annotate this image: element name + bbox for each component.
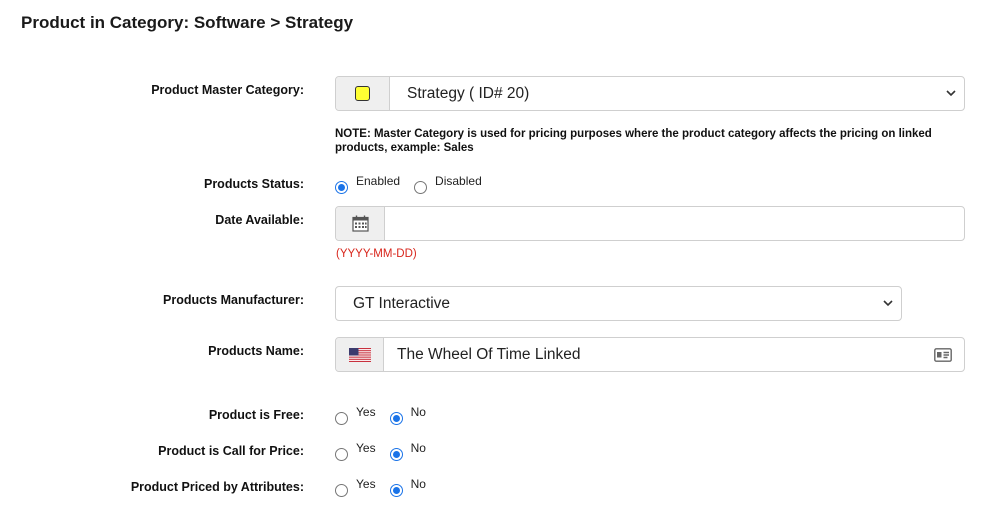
product-free-yes-label: Yes [356,405,376,419]
date-available-label: Date Available: [215,213,304,227]
call-for-price-no-label: No [410,441,426,455]
date-available-input[interactable] [385,207,964,240]
call-for-price-label: Product is Call for Price: [158,444,304,458]
priced-by-attributes-no-label: No [410,477,426,491]
manufacturer-select[interactable]: GT Interactive [335,286,902,321]
status-disabled-label: Disabled [435,174,482,188]
status-radio-group: Enabled Disabled [335,174,496,194]
call-for-price-yes-radio[interactable] [335,447,348,461]
call-for-price-yes-label: Yes [356,441,376,455]
category-status-addon [336,77,390,110]
product-free-yes-radio[interactable] [335,411,348,425]
priced-by-attributes-yes-label: Yes [356,477,376,491]
call-for-price-no-radio[interactable] [389,447,403,461]
products-name-field[interactable]: The Wheel Of Time Linked [335,337,965,372]
product-free-no-radio[interactable] [389,411,403,425]
date-available-field[interactable] [335,206,965,241]
product-free-label: Product is Free: [208,408,304,422]
manufacturer-value: GT Interactive [353,294,451,312]
language-addon [336,338,384,371]
status-label: Products Status: [203,177,304,191]
products-name-label: Products Name: [208,344,304,358]
chevron-down-icon [938,77,964,110]
us-flag-icon [348,347,371,362]
priced-by-attributes-no-radio[interactable] [389,483,403,497]
priced-by-attributes-radio-group: Yes No [335,477,440,497]
date-format-hint: (YYYY-MM-DD) [336,248,417,260]
page-title: Product in Category: Software > Strategy [21,13,354,32]
master-category-value: Strategy ( ID# 20) [407,84,530,102]
master-category-select[interactable]: Strategy ( ID# 20) [335,76,965,111]
products-name-input[interactable]: The Wheel Of Time Linked [384,338,922,371]
call-for-price-radio-group: Yes No [335,441,440,461]
status-enabled-label: Enabled [356,174,401,188]
status-indicator-icon [355,86,370,101]
priced-by-attributes-label: Product Priced by Attributes: [130,480,304,494]
master-category-note: NOTE: Master Category is used for pricin… [335,128,932,154]
priced-by-attributes-yes-radio[interactable] [335,483,348,497]
status-enabled-radio[interactable] [335,180,348,194]
product-free-no-label: No [410,405,426,419]
chevron-down-icon [875,287,901,320]
status-disabled-radio[interactable] [414,180,428,194]
calendar-icon [351,215,369,232]
product-free-radio-group: Yes No [335,405,440,425]
id-card-icon[interactable] [922,338,964,371]
manufacturer-label: Products Manufacturer: [163,293,304,307]
master-category-label: Product Master Category: [151,83,304,97]
date-picker-addon[interactable] [336,207,385,240]
